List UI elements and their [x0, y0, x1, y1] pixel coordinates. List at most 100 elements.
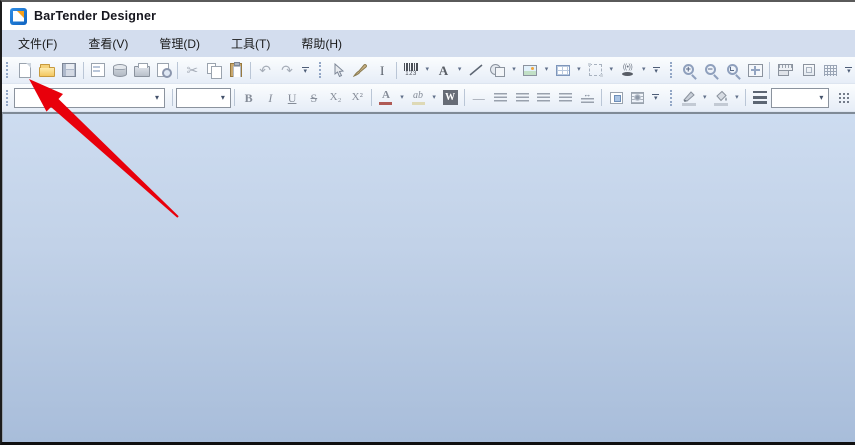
create-shape-button[interactable] — [487, 59, 509, 81]
zoom-in-button[interactable]: + — [678, 59, 700, 81]
line-weight-button[interactable] — [749, 87, 771, 109]
rfid-dropdown-icon[interactable]: ▾ — [638, 59, 648, 81]
auto-size-button[interactable] — [605, 87, 627, 109]
print-button[interactable] — [131, 59, 153, 81]
separator — [371, 89, 372, 106]
menu-view[interactable]: 查看(V) — [77, 30, 139, 57]
format-painter-button[interactable] — [349, 59, 371, 81]
toolbar-options-button[interactable]: ▾ — [299, 60, 311, 80]
wrap-width-button[interactable]: ↔ — [577, 87, 599, 109]
font-name-dropdown-icon[interactable]: ▾ — [150, 89, 164, 107]
create-barcode-button[interactable]: 123 — [400, 59, 422, 81]
open-file-button[interactable] — [36, 59, 58, 81]
toolbar-grip[interactable] — [670, 90, 674, 106]
object-boundaries-button[interactable] — [798, 59, 820, 81]
zoom-previous-icon — [727, 64, 738, 75]
wrap-width-icon: ↔ — [581, 91, 594, 104]
menu-manage[interactable]: 管理(D) — [148, 30, 211, 57]
font-name-combobox[interactable]: ▾ — [14, 88, 165, 108]
italic-icon: I — [268, 92, 272, 104]
line-pattern-button[interactable] — [833, 87, 855, 109]
paragraph-shading-button[interactable] — [627, 87, 649, 109]
toolbar-grip[interactable] — [319, 62, 323, 78]
save-floppy-icon — [62, 63, 76, 77]
design-canvas[interactable] — [2, 112, 855, 442]
barcode-dropdown-icon[interactable]: ▾ — [422, 59, 432, 81]
font-color-dropdown-icon[interactable]: ▾ — [397, 87, 407, 109]
table-icon — [556, 65, 570, 76]
zoom-in-icon: + — [683, 64, 694, 75]
align-center-button[interactable] — [511, 87, 533, 109]
toolbar-options-button[interactable]: ▾ — [843, 60, 855, 80]
toolbar-grip[interactable] — [670, 62, 674, 78]
underline-button[interactable]: U — [281, 87, 303, 109]
title-bar: BarTender Designer — [2, 2, 855, 30]
zoom-out-button[interactable]: − — [700, 59, 722, 81]
highlight-dropdown-icon[interactable]: ▾ — [429, 87, 439, 109]
toolbar-grip[interactable] — [6, 62, 10, 78]
shape-dropdown-icon[interactable]: ▾ — [509, 59, 519, 81]
word-wrap-button[interactable]: W — [439, 87, 461, 109]
create-line-button[interactable] — [465, 59, 487, 81]
edit-text-button[interactable]: I — [371, 59, 393, 81]
line-color-dropdown-icon[interactable]: ▾ — [700, 87, 710, 109]
app-window: BarTender Designer 文件(F) 查看(V) 管理(D) 工具(… — [0, 0, 855, 445]
italic-button[interactable]: I — [260, 87, 282, 109]
justify-button[interactable] — [555, 87, 577, 109]
toggle-rulers-button[interactable] — [773, 59, 798, 81]
menu-help[interactable]: 帮助(H) — [290, 30, 353, 57]
cut-button[interactable]: ✂ — [181, 59, 203, 81]
menu-file[interactable]: 文件(F) — [7, 30, 68, 57]
print-preview-icon — [157, 63, 169, 77]
auto-size-icon — [610, 92, 623, 104]
insert-picture-button[interactable] — [519, 59, 541, 81]
layout-grid-button[interactable] — [584, 59, 606, 81]
zoom-fit-button[interactable] — [744, 59, 766, 81]
align-right-button[interactable] — [533, 87, 555, 109]
print-preview-button[interactable] — [152, 59, 174, 81]
select-pointer-button[interactable] — [327, 59, 349, 81]
strikethrough-button[interactable]: S — [303, 87, 325, 109]
picture-dropdown-icon[interactable]: ▾ — [541, 59, 551, 81]
toolbar-grip[interactable] — [6, 90, 10, 106]
font-size-dropdown-icon[interactable]: ▾ — [216, 89, 230, 107]
page-setup-button[interactable] — [87, 59, 109, 81]
table-dropdown-icon[interactable]: ▾ — [574, 59, 584, 81]
highlight-color-button[interactable]: ab — [407, 87, 429, 109]
fill-color-button[interactable] — [710, 87, 732, 109]
subscript-button[interactable]: X₂ — [325, 87, 347, 109]
layout-grid-dropdown-icon[interactable]: ▾ — [606, 59, 616, 81]
toolbar-options-button[interactable]: ▾ — [650, 88, 662, 108]
line-style-dropdown-icon[interactable]: ▾ — [814, 89, 828, 107]
barcode-icon: 123 — [404, 63, 418, 77]
dash-button[interactable]: — — [468, 87, 490, 109]
line-color-button[interactable] — [678, 87, 700, 109]
undo-button[interactable]: ↶ — [254, 59, 276, 81]
toggle-grid-button[interactable] — [820, 59, 842, 81]
superscript-button[interactable]: X² — [346, 87, 368, 109]
logo-fold-shape — [17, 11, 24, 18]
align-left-button[interactable] — [490, 87, 512, 109]
text-dropdown-icon[interactable]: ▾ — [454, 59, 464, 81]
align-right-icon — [537, 93, 550, 102]
new-document-button[interactable] — [14, 59, 36, 81]
shapes-icon — [490, 64, 505, 77]
copy-button[interactable] — [203, 59, 225, 81]
database-connection-button[interactable] — [109, 59, 131, 81]
zoom-previous-button[interactable] — [722, 59, 744, 81]
font-size-combobox[interactable]: ▾ — [176, 88, 231, 108]
separator — [83, 62, 84, 79]
save-button[interactable] — [58, 59, 80, 81]
rfid-encoder-button[interactable]: ((•)) — [617, 59, 639, 81]
fill-color-dropdown-icon[interactable]: ▾ — [732, 87, 742, 109]
insert-table-button[interactable] — [552, 59, 574, 81]
menu-tools[interactable]: 工具(T) — [220, 30, 281, 57]
bold-button[interactable]: B — [238, 87, 260, 109]
toolbar-options-button[interactable]: ▾ — [650, 60, 662, 80]
paste-button[interactable] — [225, 59, 247, 81]
line-style-combobox[interactable]: ▾ — [771, 88, 830, 108]
create-text-button[interactable]: A — [433, 59, 455, 81]
font-color-button[interactable]: A — [375, 87, 397, 109]
redo-button[interactable]: ↷ — [276, 59, 298, 81]
layout-frame-icon — [589, 64, 602, 76]
